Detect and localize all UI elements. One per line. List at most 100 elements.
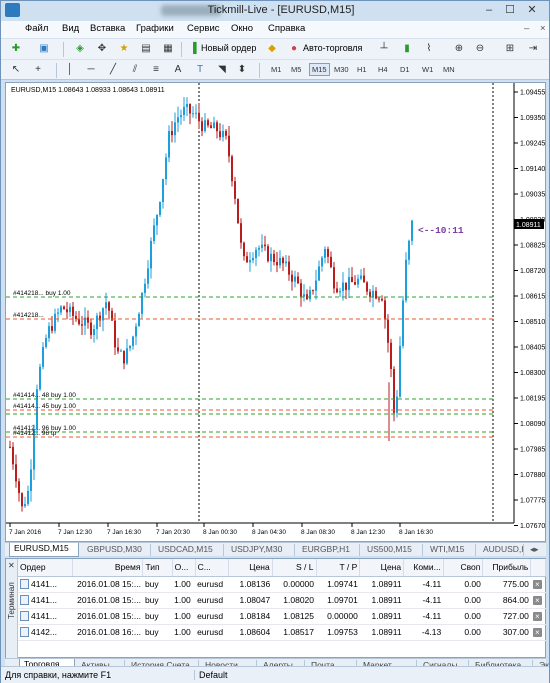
label-icon[interactable]: T (193, 63, 207, 77)
order-row[interactable]: 4141... 2016.01.08 15:... buy 1.00 eurusd 1.0… (18, 592, 546, 609)
timeframe-m1[interactable]: M1 (269, 65, 283, 74)
crosshair-move-icon[interactable]: ✥ (95, 42, 109, 56)
chart-tab-us500[interactable]: US500,M15 (363, 544, 423, 556)
col-symbol[interactable]: С... (195, 559, 229, 577)
menu-file[interactable]: Файл (25, 23, 49, 34)
bear-candle (369, 291, 371, 297)
crosshair-icon[interactable]: + (31, 63, 45, 77)
timeframe-m30[interactable]: M30 (332, 65, 351, 74)
col-type[interactable]: Тип (142, 559, 173, 577)
strategy-tester-icon[interactable]: ▦ (161, 42, 175, 56)
close-icon[interactable]: ✕ (522, 4, 542, 18)
metaeditor-icon[interactable]: ◆ (265, 42, 279, 56)
new-order-button[interactable]: Новый ордер (201, 43, 256, 53)
chart-shift-icon[interactable]: ⇥ (526, 42, 540, 56)
chart-tab-wti[interactable]: WTI,M15 (426, 544, 476, 556)
profiles-icon[interactable]: ▣ (37, 42, 51, 56)
bull-candle (372, 290, 374, 297)
col-sl[interactable]: S / L (272, 559, 317, 577)
col-open-price[interactable]: Цена (228, 559, 273, 577)
timeframe-h4[interactable]: H4 (376, 65, 390, 74)
chart-tab-eurusd[interactable]: EURUSD,M15 (9, 543, 79, 557)
minimize-icon[interactable]: – (479, 4, 499, 18)
navigator-icon[interactable]: ★ (117, 42, 131, 56)
bull-candle (153, 225, 155, 242)
order-row[interactable]: 4141... 2016.01.08 15:... buy 1.00 eurusd 1.0… (18, 608, 546, 625)
timeframe-mn[interactable]: MN (441, 65, 457, 74)
order-cell: 4142... (31, 626, 57, 637)
equidistant-channel-icon[interactable]: ⫽ (128, 63, 142, 77)
bear-candle (216, 122, 218, 132)
order-row[interactable]: 4142... 2016.01.08 16:... buy 1.00 eurusd 1.0… (18, 624, 546, 641)
text-icon[interactable]: A (171, 63, 185, 77)
chart-tab-usdjpy[interactable]: USDJPY,M30 (227, 544, 295, 556)
col-swap[interactable]: Своп (443, 559, 484, 577)
order-cell: 0.00 (464, 595, 481, 605)
bull-candle (69, 306, 71, 313)
menu-window[interactable]: Окно (231, 23, 253, 34)
zoom-in-icon[interactable]: ⊕ (452, 42, 466, 56)
chart-window[interactable]: #414218... buy 1.00 #414218... #41414... 4… (5, 82, 546, 542)
close-order-icon[interactable]: × (532, 612, 542, 621)
chart-tab-usdcad[interactable]: USDCAD,M15 (154, 544, 224, 556)
col-commission[interactable]: Коми... (403, 559, 444, 577)
cursor-icon[interactable]: ↖ (9, 63, 23, 77)
menu-view[interactable]: Вид (62, 23, 79, 34)
close-order-icon[interactable]: × (532, 596, 542, 605)
arrows-icon[interactable]: ◥ (215, 63, 229, 77)
price-chart[interactable]: #414218... buy 1.00 #414218... #41414... 4… (6, 83, 545, 541)
chart-tab-audusd[interactable]: AUDUSD,H (479, 544, 524, 556)
order-row[interactable]: 4141... 2016.01.08 15:... buy 1.00 eurusd 1.0… (18, 576, 546, 593)
bar-chart-icon[interactable]: ┴ (377, 42, 391, 56)
col-tp[interactable]: T / P (316, 559, 361, 577)
timeframe-m5[interactable]: M5 (289, 65, 303, 74)
fibonacci-icon[interactable]: ≡ (149, 63, 163, 77)
mdi-minimize-icon[interactable]: – (524, 23, 529, 34)
bull-candle (162, 179, 164, 203)
zoom-out-icon[interactable]: ⊖ (473, 42, 487, 56)
timeframe-w1[interactable]: W1 (420, 65, 435, 74)
timeframe-d1[interactable]: D1 (398, 65, 412, 74)
col-price[interactable]: Цена (359, 559, 405, 577)
close-order-icon[interactable]: × (532, 628, 542, 637)
bull-candle (357, 278, 359, 285)
auto-trading-icon[interactable]: ● (287, 42, 301, 56)
shapes-icon[interactable]: ⬍ (235, 63, 249, 77)
timeframe-h1[interactable]: H1 (355, 65, 369, 74)
order-cell: eurusd (197, 627, 224, 637)
new-chart-icon[interactable]: ✚ (9, 42, 23, 56)
col-profit[interactable]: Прибыль (482, 559, 532, 577)
bear-candle (78, 318, 80, 325)
close-order-icon[interactable]: × (532, 580, 542, 589)
market-watch-icon[interactable]: ◈ (73, 42, 87, 56)
tile-windows-icon[interactable]: ⊞ (503, 42, 517, 56)
order-cell: 0.00 (464, 627, 481, 637)
menu-insert[interactable]: Вставка (90, 23, 125, 34)
data-window-icon[interactable]: ▤ (139, 42, 153, 56)
menu-help[interactable]: Справка (268, 23, 305, 34)
maximize-icon[interactable]: ☐ (500, 4, 520, 18)
tabs-scroll-icon[interactable]: ◂▸ (526, 544, 543, 556)
col-time[interactable]: Время (72, 559, 144, 577)
menu-tools[interactable]: Сервис (187, 23, 220, 34)
col-volume[interactable]: О... (172, 559, 196, 577)
mdi-close-icon[interactable]: × (540, 23, 546, 34)
col-order[interactable]: Ордер (18, 559, 73, 577)
time-label: 8 Jan 12:30 (351, 529, 385, 536)
bear-candle (108, 302, 110, 311)
horizontal-line-icon[interactable]: ─ (84, 63, 98, 77)
chart-tab-eurgbp[interactable]: EURGBP,H1 (298, 544, 360, 556)
candlestick-icon[interactable]: ▮ (400, 42, 414, 56)
timeframe-m15[interactable]: M15 (309, 63, 330, 76)
bear-candle (273, 253, 275, 262)
vertical-line-icon[interactable]: │ (63, 63, 77, 77)
order-cell: -4.13 (421, 627, 442, 637)
chart-tab-gbpusd[interactable]: GBPUSD,M30 (83, 544, 151, 556)
trendline-icon[interactable]: ╱ (106, 63, 120, 77)
orders-table: Ордер Время Тип О... С... Цена S / L T /… (18, 559, 546, 641)
line-chart-icon[interactable]: ⌇ (422, 42, 436, 56)
auto-trading-button[interactable]: Авто-торговля (303, 43, 362, 53)
terminal-close-icon[interactable]: ✕ (8, 561, 15, 570)
menu-charts[interactable]: Графики (136, 23, 174, 34)
new-order-icon[interactable]: ▐ (186, 42, 200, 56)
